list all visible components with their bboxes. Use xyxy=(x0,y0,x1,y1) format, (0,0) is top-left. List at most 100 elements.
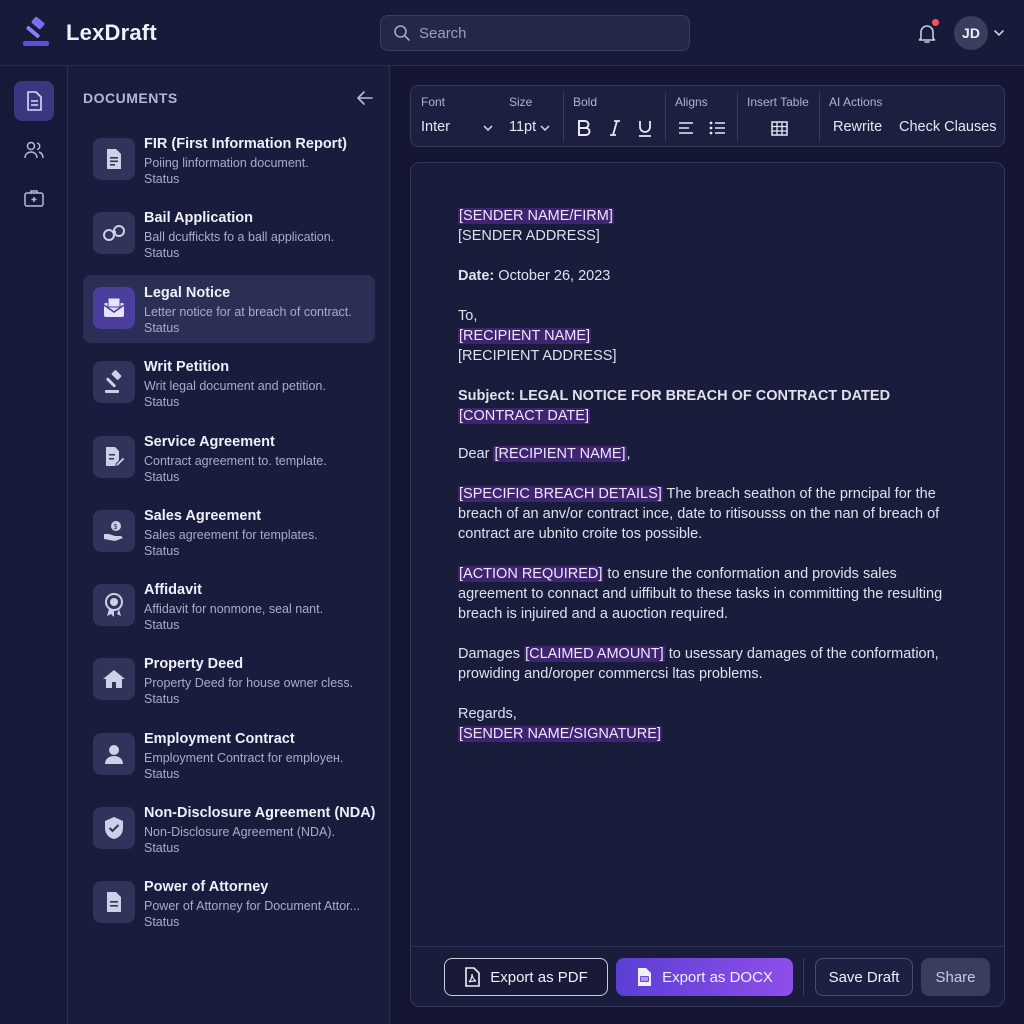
pdf-file-icon xyxy=(465,967,481,987)
placeholder-breach-details[interactable]: [SPECIFIC BREACH DETAILS] xyxy=(458,486,663,502)
to-line: To, xyxy=(458,308,478,324)
arrow-left-icon[interactable] xyxy=(355,89,375,107)
search-bar[interactable] xyxy=(380,15,690,51)
doc-status: Status xyxy=(144,618,180,632)
gavel-icon xyxy=(93,361,135,403)
doc-title: Power of Attorney xyxy=(144,879,269,895)
toolbar-divider xyxy=(819,92,820,142)
top-bar: LexDraft JD xyxy=(0,0,1024,66)
seal-icon xyxy=(93,584,135,626)
doc-title: Writ Petition xyxy=(144,359,230,375)
doc-status: Status xyxy=(144,544,180,558)
placeholder-action-required[interactable]: [ACTION REQUIRED] xyxy=(458,566,604,582)
doc-title: Property Deed xyxy=(144,656,244,672)
doc-description: Letter notice for at breach of contract. xyxy=(144,305,352,319)
user-icon xyxy=(93,733,135,775)
shield-check-icon xyxy=(93,807,135,849)
svg-text:$: $ xyxy=(114,524,118,531)
placeholder-recipient-name[interactable]: [RECIPIENT NAME] xyxy=(493,446,627,462)
size-select[interactable]: 11pt xyxy=(509,119,536,135)
doc-description: Sales agreement for templates. xyxy=(144,528,318,542)
doc-title: Employment Contract xyxy=(144,731,295,747)
doc-description: Affidavit for nonmone, seal nant. xyxy=(144,602,324,616)
doc-item-bail-application[interactable]: Bail Application Ball dcuffickts fo a ba… xyxy=(83,200,375,268)
check-clauses-button[interactable]: Check Clauses xyxy=(899,119,997,135)
doc-description: Power of Attorney for Document Attor... xyxy=(144,899,361,913)
recipient-address: [RECIPIENT ADDRESS] xyxy=(458,348,617,364)
envelope-icon xyxy=(93,287,135,329)
align-left-icon[interactable] xyxy=(675,117,697,139)
document-editor[interactable]: [SENDER NAME/FIRM] [SENDER ADDRESS] Date… xyxy=(410,162,1005,1007)
rail-users-button[interactable] xyxy=(14,130,54,170)
doc-description: Writ legal document and petition. xyxy=(144,379,326,393)
doc-item-service-agreement[interactable]: Service Agreement Contract agreement to.… xyxy=(83,424,375,492)
sender-address: [SENDER ADDRESS] xyxy=(458,228,600,244)
ai-actions-label: AI Actions xyxy=(829,95,883,109)
italic-icon[interactable] xyxy=(604,117,626,139)
doc-title: Bail Application xyxy=(144,210,254,226)
doc-title: Legal Notice xyxy=(144,285,231,301)
export-docx-label: Export as DOCX xyxy=(662,968,773,986)
briefcase-icon xyxy=(24,190,44,207)
insert-table-label: Insert Table xyxy=(747,95,809,109)
doc-item-affidavit[interactable]: Affidavit Affidavit for nonmone, seal na… xyxy=(83,572,375,640)
placeholder-claimed-amount[interactable]: [CLAIMED AMOUNT] xyxy=(524,646,665,662)
house-icon xyxy=(93,658,135,700)
doc-status: Status xyxy=(144,767,180,781)
doc-item-fir[interactable]: FIR (First Information Report) Poiing li… xyxy=(83,126,375,194)
salutation: Dear xyxy=(458,446,494,462)
doc-status: Status xyxy=(144,172,180,186)
placeholder-contract-date[interactable]: [CONTRACT DATE] xyxy=(458,408,590,424)
placeholder-recipient-name[interactable]: [RECIPIENT NAME] xyxy=(458,328,592,344)
doc-item-legal-notice[interactable]: Legal Notice Letter notice for at breach… xyxy=(83,275,375,343)
document-icon xyxy=(93,881,135,923)
doc-item-writ-petition[interactable]: Writ Petition Writ legal document and pe… xyxy=(83,349,375,417)
share-button[interactable]: Share xyxy=(921,958,990,996)
doc-item-employment-contract[interactable]: Employment Contract Employment Contract … xyxy=(83,721,375,789)
export-docx-button[interactable]: Export as DOCX xyxy=(616,958,793,996)
table-icon[interactable] xyxy=(768,117,790,139)
rail-documents-button[interactable] xyxy=(14,81,54,121)
doc-item-sales-agreement[interactable]: $ Sales Agreement Sales agreement for te… xyxy=(83,498,375,566)
font-label: Font xyxy=(421,95,446,109)
bullet-list-icon[interactable] xyxy=(706,117,728,139)
rail-briefcase-button[interactable] xyxy=(14,178,54,218)
placeholder-signature[interactable]: [SENDER NAME/SIGNATURE] xyxy=(458,726,662,742)
underline-icon[interactable] xyxy=(634,117,656,139)
chevron-down-icon[interactable] xyxy=(482,123,494,133)
doc-item-nda[interactable]: Non-Disclosure Agreement (NDA) Non-Discl… xyxy=(83,795,376,863)
doc-item-property-deed[interactable]: Property Deed Property Deed for house ow… xyxy=(83,646,375,714)
chevron-down-icon[interactable] xyxy=(993,27,1005,39)
export-pdf-label: Export as PDF xyxy=(490,968,588,986)
document-edit-icon xyxy=(93,436,135,478)
placeholder-sender-name[interactable]: [SENDER NAME/FIRM] xyxy=(458,208,614,224)
doc-status: Status xyxy=(144,841,180,855)
doc-status: Status xyxy=(144,692,180,706)
doc-description: Poiing linformation document. xyxy=(144,156,309,170)
font-select[interactable]: Inter xyxy=(421,119,450,135)
user-avatar[interactable]: JD xyxy=(954,16,988,50)
subject-line: Subject: LEGAL NOTICE FOR BREACH OF CONT… xyxy=(458,388,891,404)
doc-description: Property Deed for house owner cless. xyxy=(144,676,354,690)
save-draft-button[interactable]: Save Draft xyxy=(815,958,913,996)
rewrite-button[interactable]: Rewrite xyxy=(833,119,882,135)
doc-status: Status xyxy=(144,395,180,409)
chevron-down-icon[interactable] xyxy=(539,123,551,133)
regards: Regards, xyxy=(458,706,517,722)
date-value: October 26, 2023 xyxy=(494,268,611,284)
document-lines-icon xyxy=(93,138,135,180)
doc-description: Non-Disclosure Agreement (NDA). xyxy=(144,825,336,839)
money-hand-icon: $ xyxy=(93,510,135,552)
letter-body[interactable]: [SENDER NAME/FIRM] [SENDER ADDRESS] Date… xyxy=(458,206,958,744)
export-pdf-button[interactable]: Export as PDF xyxy=(444,958,608,996)
date-label: Date: xyxy=(458,268,495,284)
brand[interactable]: LexDraft xyxy=(20,16,157,50)
size-label: Size xyxy=(509,95,533,109)
doc-description: Employment Contract for employeн. xyxy=(144,751,344,765)
search-input[interactable] xyxy=(419,24,669,42)
bold-icon[interactable] xyxy=(573,117,595,139)
bold-label: Bold xyxy=(573,95,598,109)
doc-item-power-of-attorney[interactable]: Power of Attorney Power of Attorney for … xyxy=(83,869,375,937)
doc-status: Status xyxy=(144,470,180,484)
document-icon xyxy=(27,91,42,111)
